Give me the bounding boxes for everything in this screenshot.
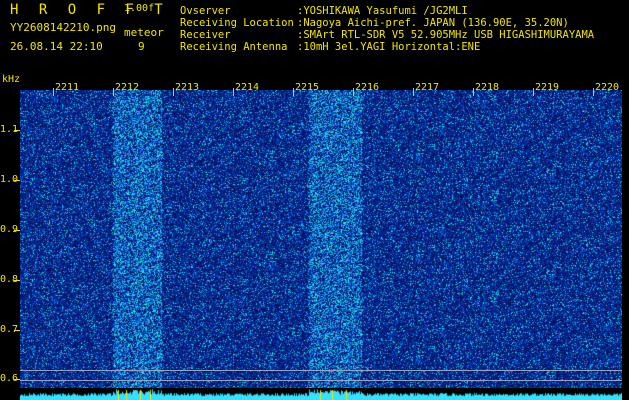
observer-value: :YOSHIKAWA Yasufumi /JG2MLI — [297, 5, 468, 17]
minute-marker — [413, 88, 414, 96]
antenna-key: Receiving Antenna — [180, 41, 288, 53]
meteor-label: meteor — [124, 26, 164, 39]
minute-marker — [293, 88, 294, 96]
minute-marker — [533, 88, 534, 96]
minute-marker — [173, 88, 174, 96]
datetime-label: 26.08.14 22:10 — [10, 40, 103, 53]
antenna-value: :10mH 3el.YAGI Horizontal:ENE — [297, 41, 481, 53]
location-value: :Nagoya Aichi-pref. JAPAN (136.90E, 35.2… — [297, 17, 569, 29]
version-label: 1.00f — [124, 3, 155, 14]
reference-line — [20, 380, 622, 381]
minute-marker — [353, 88, 354, 96]
waterfall-spectrogram — [20, 90, 622, 400]
signal-level-strip — [20, 388, 622, 400]
minute-marker — [53, 88, 54, 96]
minute-marker — [593, 88, 594, 96]
observer-key: Ovserver — [180, 5, 231, 17]
minute-marker — [233, 88, 234, 96]
unit-label: kHz — [2, 74, 21, 85]
meteor-count: 9 — [138, 40, 145, 53]
minute-marker — [113, 88, 114, 96]
receiver-value: :SMArt RTL-SDR V5 52.905MHz USB HIGASHIM… — [297, 29, 595, 41]
minute-marker — [473, 88, 474, 96]
reference-line — [20, 370, 622, 371]
receiver-key: Receiver — [180, 29, 231, 41]
waterfall-canvas — [20, 90, 622, 400]
location-key: Receiving Location — [180, 17, 294, 29]
header: H R O F F T 1.00f YY2608142210.png 26.08… — [0, 0, 629, 72]
filename-label: YY2608142210.png — [10, 21, 116, 34]
